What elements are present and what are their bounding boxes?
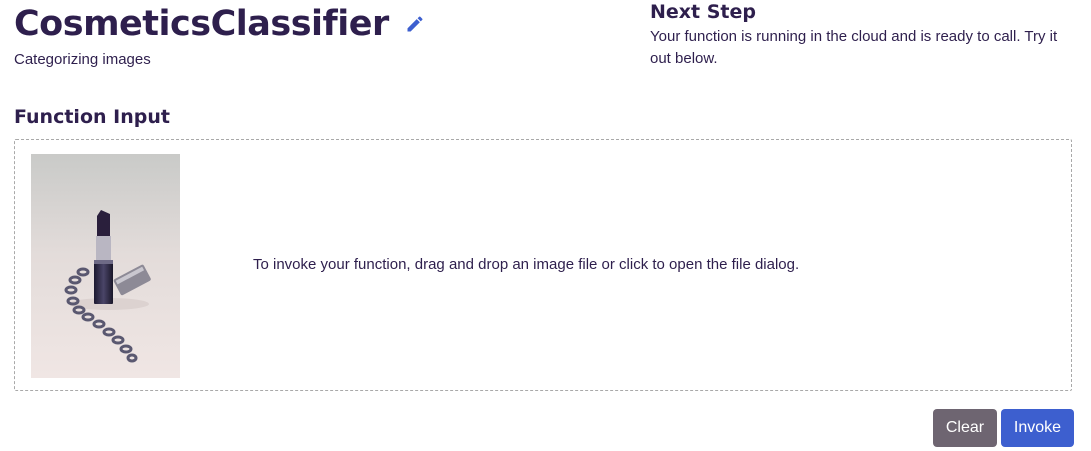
page-subtitle: Categorizing images [14,51,151,68]
invoke-button[interactable]: Invoke [1001,409,1074,447]
next-step-text: Your function is running in the cloud an… [650,28,1058,67]
dropzone-instructions: To invoke your function, drag and drop a… [253,256,800,273]
next-step-panel: Next Step Your function is running in th… [650,0,1080,70]
pencil-icon[interactable] [405,14,425,34]
uploaded-image-thumbnail [31,154,180,378]
clear-button[interactable]: Clear [933,409,997,447]
next-step-title: Next Step [650,1,756,23]
image-dropzone[interactable]: To invoke your function, drag and drop a… [14,139,1072,391]
function-input-title: Function Input [14,106,170,128]
page-title: CosmeticsClassifier [14,4,389,44]
header: CosmeticsClassifier [14,2,425,46]
